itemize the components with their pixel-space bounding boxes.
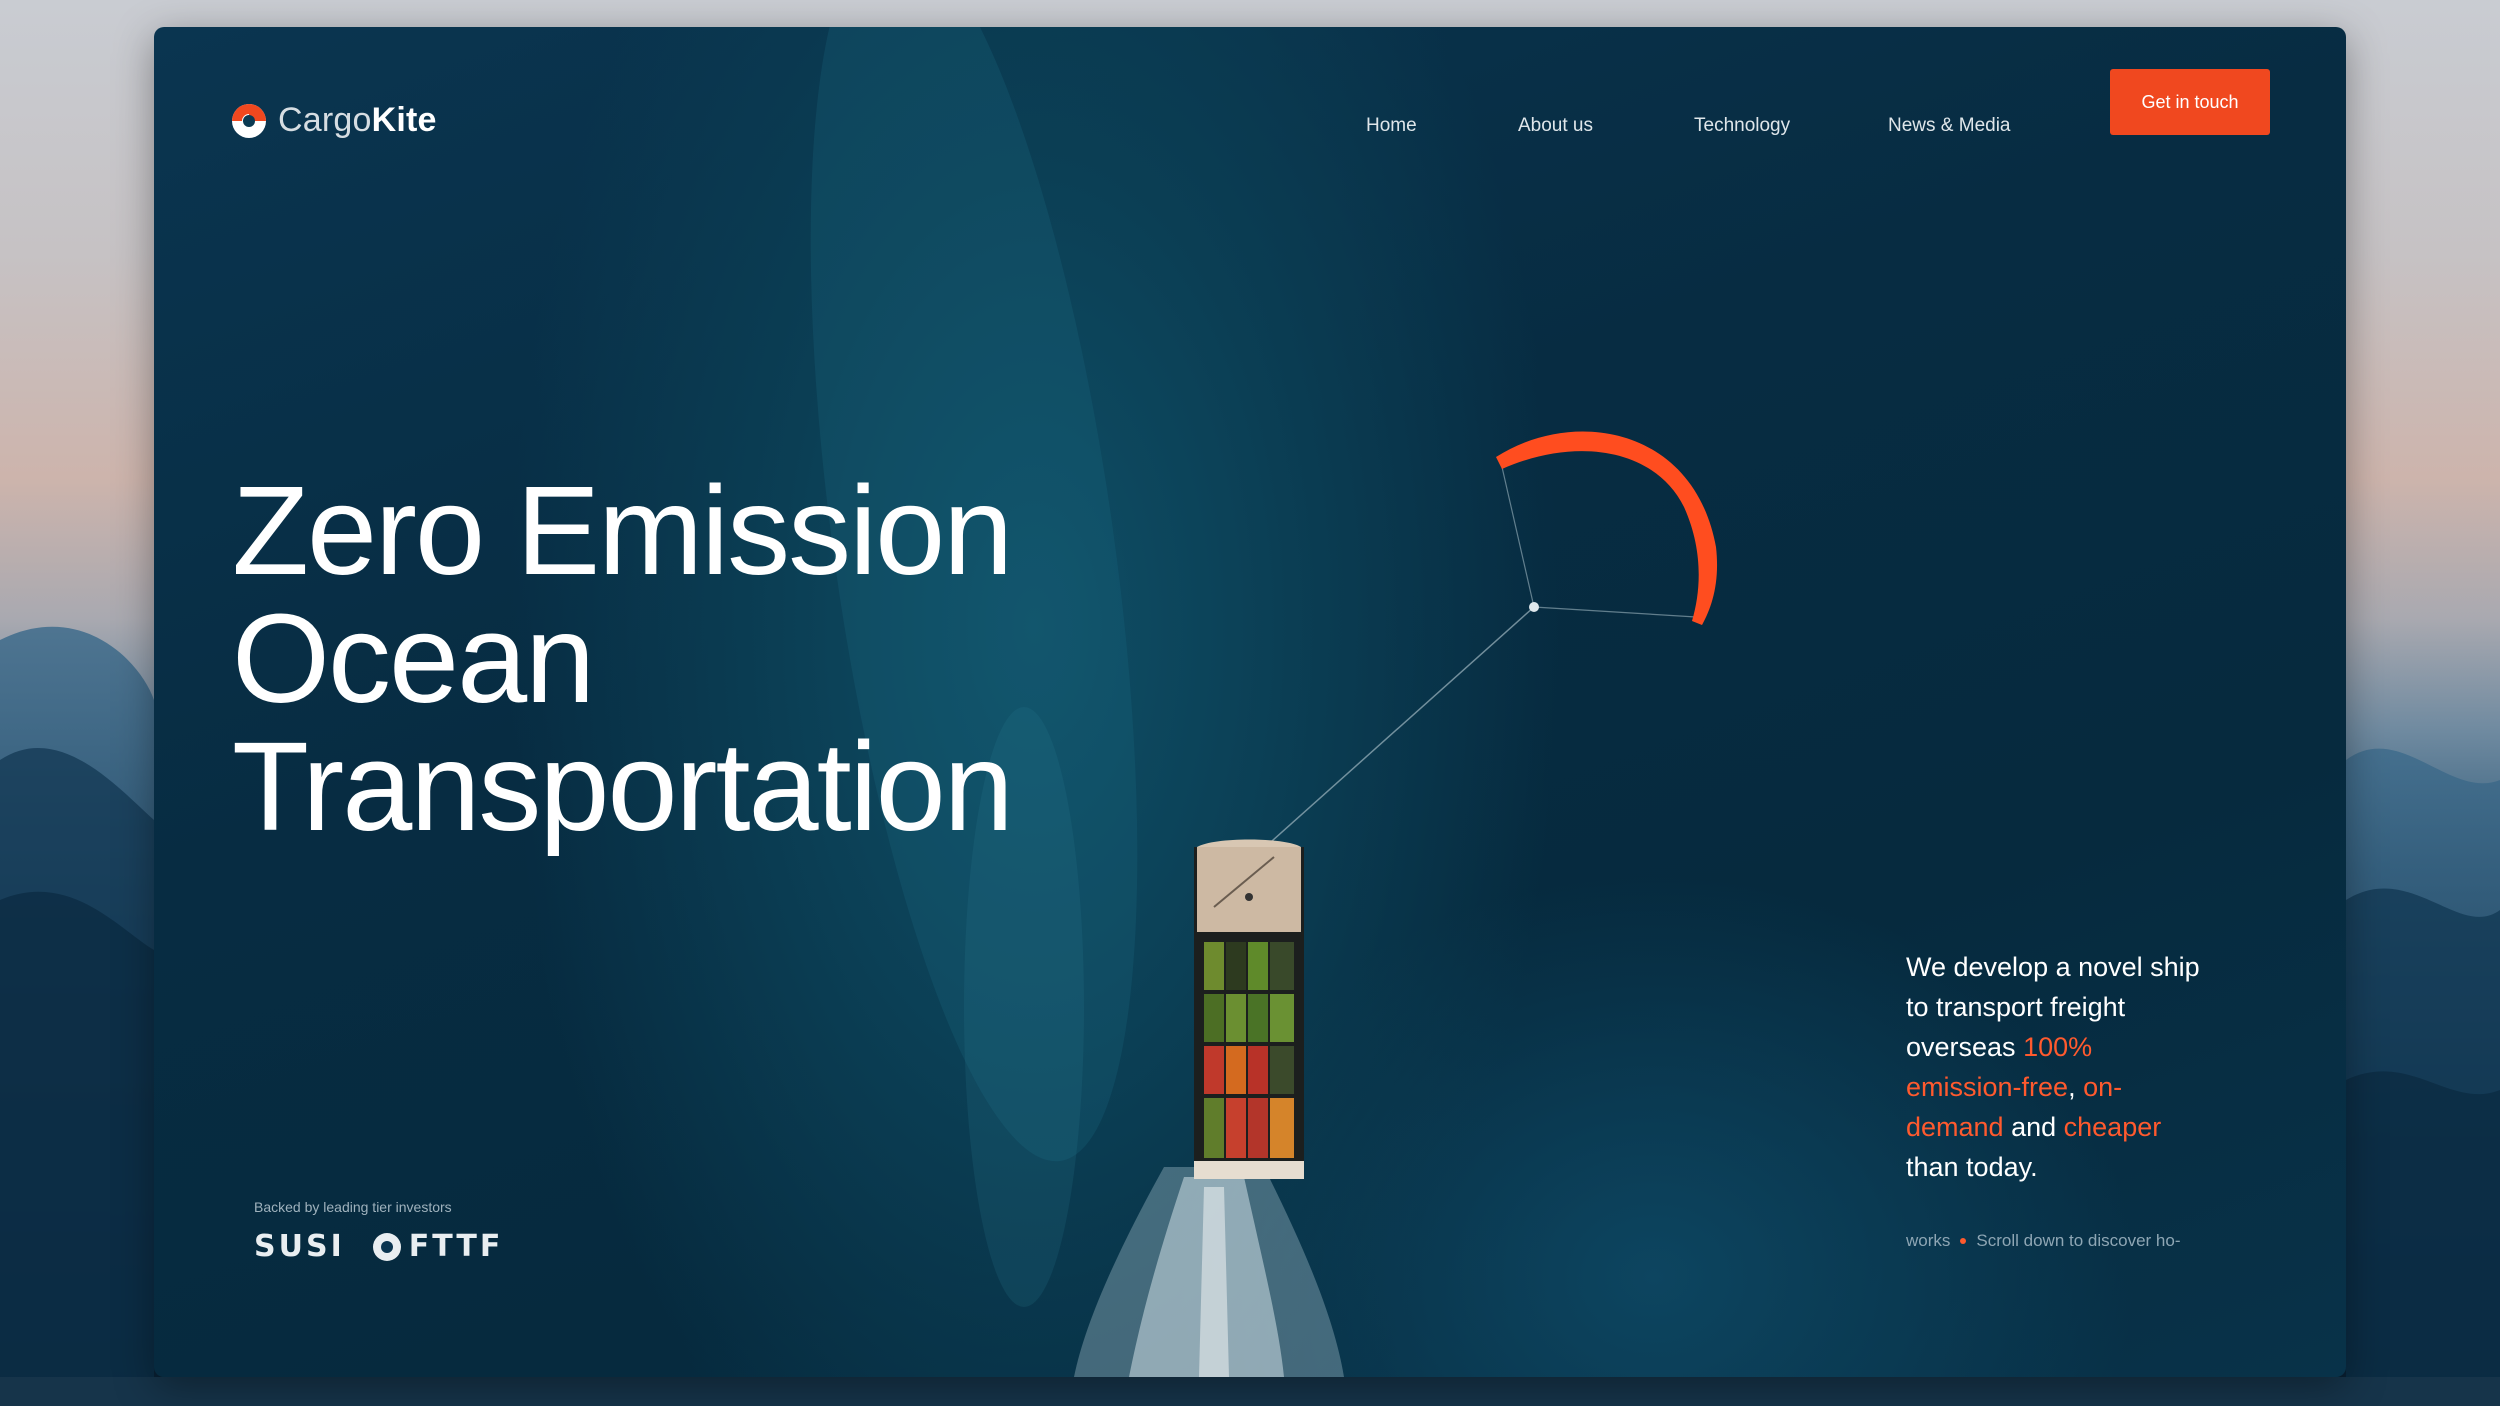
headline-line-3: Transportation (232, 716, 1014, 857)
scroll-hint-left: works (1906, 1231, 1951, 1250)
scroll-dot-icon (1960, 1238, 1967, 1244)
scroll-hint-right: Scroll down to discover ho- (1976, 1231, 2181, 1250)
nav-home[interactable]: Home (1366, 115, 1417, 137)
highlight-cheaper: cheaper (2063, 1112, 2162, 1142)
brand-name: CargoKite (278, 101, 437, 139)
kite-wing (1496, 431, 1718, 625)
nav-technology[interactable]: Technology (1694, 115, 1790, 137)
cargo-ship (1194, 839, 1304, 1179)
top-nav: CargoKite Home About us Technology News … (154, 27, 2346, 177)
nav-about-us[interactable]: About us (1518, 115, 1593, 137)
scroll-hint[interactable]: works Scroll down to discover ho- (1906, 1231, 2181, 1251)
brand-logo[interactable]: CargoKite (230, 101, 437, 140)
get-in-touch-button[interactable]: Get in touch (2110, 69, 2270, 135)
cargokite-logo-icon (232, 103, 266, 138)
hero-headline: Zero Emission Ocean Transportation (232, 460, 1014, 857)
investor-logos: SUSI FTTF (254, 1229, 503, 1264)
kite-tether (1253, 606, 1535, 858)
investors-section: Backed by leading tier investors SUSI FT… (254, 1199, 503, 1264)
headline-line-1: Zero Emission (232, 460, 1013, 601)
website-frame: CargoKite Home About us Technology News … (154, 27, 2346, 1377)
fttf-logo-icon (372, 1232, 401, 1261)
hero-tagline: We develop a novel ship to transport fre… (1906, 952, 2200, 1182)
headline-line-2: Ocean (232, 588, 595, 729)
investors-label: Backed by leading tier investors (254, 1199, 452, 1215)
ship-wake (1074, 1167, 1344, 1377)
investor-logo-susi: SUSI (254, 1229, 345, 1264)
nav-news-media[interactable]: News & Media (1888, 115, 2011, 137)
investor-logo-fttf: FTTF (372, 1229, 504, 1264)
